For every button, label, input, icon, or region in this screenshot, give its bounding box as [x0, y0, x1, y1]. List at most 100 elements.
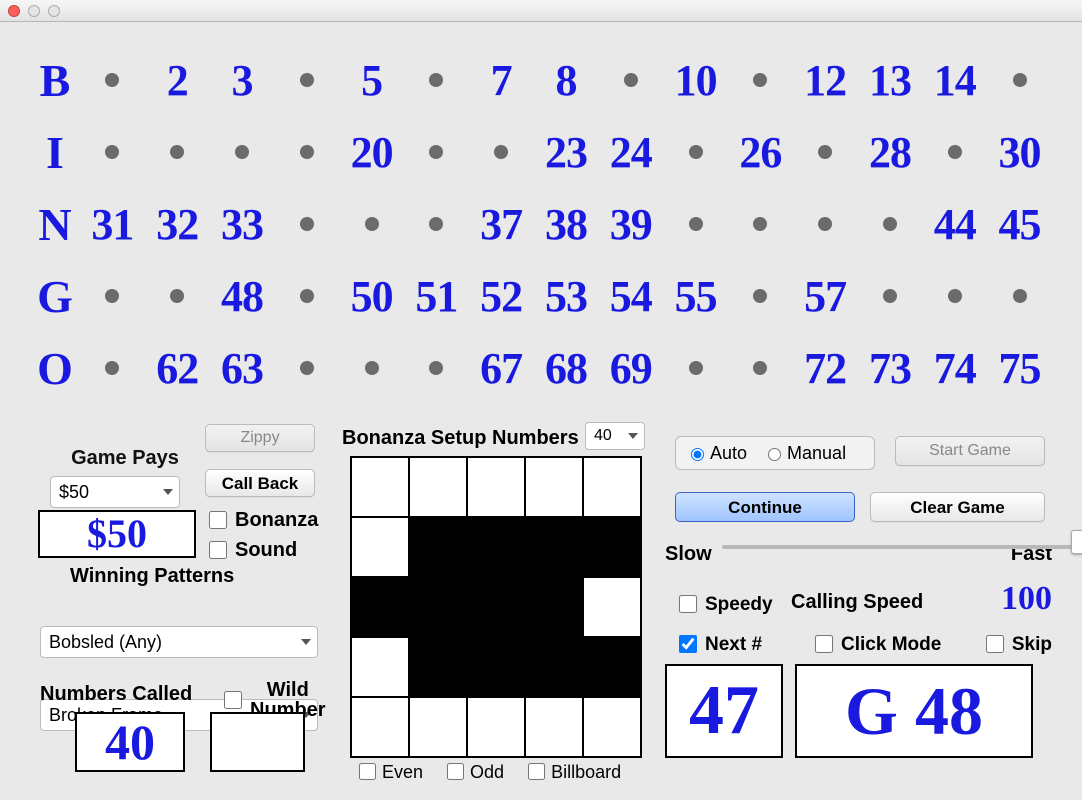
board-cell[interactable] — [274, 343, 339, 394]
board-cell[interactable]: 13 — [858, 55, 923, 106]
board-cell[interactable]: 50 — [339, 271, 404, 322]
board-cell[interactable]: 10 — [663, 55, 728, 106]
board-cell[interactable]: 69 — [598, 343, 663, 394]
pattern-cell[interactable] — [526, 698, 582, 756]
board-cell[interactable] — [793, 199, 858, 250]
board-cell[interactable]: 12 — [793, 55, 858, 106]
board-cell[interactable] — [80, 271, 145, 322]
winning-pattern-grid[interactable] — [350, 456, 642, 758]
board-cell[interactable] — [210, 127, 275, 178]
pattern-cell[interactable] — [410, 518, 466, 576]
maximize-icon[interactable] — [48, 5, 60, 17]
pattern-cell[interactable] — [526, 458, 582, 516]
minimize-icon[interactable] — [28, 5, 40, 17]
board-cell[interactable]: 63 — [210, 343, 275, 394]
board-cell[interactable] — [987, 55, 1052, 106]
odd-checkbox[interactable]: Odd — [443, 760, 504, 783]
mode-manual-radio[interactable] — [768, 448, 781, 461]
pattern-cell[interactable] — [468, 698, 524, 756]
pattern-cell[interactable] — [468, 458, 524, 516]
board-cell[interactable]: 55 — [663, 271, 728, 322]
sound-checkbox[interactable]: Sound — [205, 538, 297, 562]
board-cell[interactable] — [339, 199, 404, 250]
board-cell[interactable]: 45 — [987, 199, 1052, 250]
board-cell[interactable]: 54 — [598, 271, 663, 322]
board-cell[interactable] — [728, 343, 793, 394]
board-cell[interactable] — [404, 343, 469, 394]
board-cell[interactable]: 30 — [987, 127, 1052, 178]
board-cell[interactable]: 7 — [469, 55, 534, 106]
board-cell[interactable]: 74 — [922, 343, 987, 394]
board-cell[interactable] — [858, 199, 923, 250]
pattern-cell[interactable] — [410, 698, 466, 756]
board-cell[interactable] — [728, 55, 793, 106]
board-cell[interactable]: 72 — [793, 343, 858, 394]
board-cell[interactable] — [858, 271, 923, 322]
board-cell[interactable]: 53 — [534, 271, 599, 322]
board-cell[interactable]: 52 — [469, 271, 534, 322]
board-cell[interactable]: 2 — [145, 55, 210, 106]
board-cell[interactable] — [145, 127, 210, 178]
next-number-checkbox[interactable]: Next # — [675, 632, 762, 656]
call-back-button[interactable]: Call Back — [205, 469, 315, 497]
pattern-cell[interactable] — [526, 578, 582, 636]
board-cell[interactable] — [145, 271, 210, 322]
board-cell[interactable]: 39 — [598, 199, 663, 250]
board-cell[interactable] — [922, 127, 987, 178]
pattern-cell[interactable] — [584, 698, 640, 756]
board-cell[interactable]: 31 — [80, 199, 145, 250]
pattern-cell[interactable] — [526, 638, 582, 696]
board-cell[interactable] — [793, 127, 858, 178]
even-checkbox[interactable]: Even — [355, 760, 423, 783]
board-cell[interactable]: 32 — [145, 199, 210, 250]
close-icon[interactable] — [8, 5, 20, 17]
pattern-cell[interactable] — [468, 518, 524, 576]
pattern-cell[interactable] — [468, 578, 524, 636]
pattern-cell[interactable] — [468, 638, 524, 696]
pattern-cell[interactable] — [584, 578, 640, 636]
bonanza-count-select[interactable]: 40 — [585, 422, 645, 450]
start-game-button[interactable]: Start Game — [895, 436, 1045, 466]
board-cell[interactable]: 28 — [858, 127, 923, 178]
board-cell[interactable]: 38 — [534, 199, 599, 250]
pattern-cell[interactable] — [352, 578, 408, 636]
board-cell[interactable]: 67 — [469, 343, 534, 394]
board-cell[interactable] — [469, 127, 534, 178]
board-cell[interactable]: 62 — [145, 343, 210, 394]
board-cell[interactable]: 3 — [210, 55, 275, 106]
board-cell[interactable] — [80, 343, 145, 394]
speedy-checkbox[interactable]: Speedy — [675, 592, 773, 616]
board-cell[interactable]: 37 — [469, 199, 534, 250]
speed-slider[interactable] — [722, 545, 1082, 549]
billboard-checkbox[interactable]: Billboard — [524, 760, 621, 783]
board-cell[interactable] — [404, 55, 469, 106]
game-pays-select[interactable]: $50 — [50, 476, 180, 508]
board-cell[interactable] — [728, 271, 793, 322]
board-cell[interactable] — [728, 199, 793, 250]
board-cell[interactable] — [80, 55, 145, 106]
pattern-cell[interactable] — [584, 518, 640, 576]
board-cell[interactable]: 24 — [598, 127, 663, 178]
board-cell[interactable] — [922, 271, 987, 322]
board-cell[interactable] — [663, 127, 728, 178]
board-cell[interactable] — [274, 199, 339, 250]
board-cell[interactable] — [274, 55, 339, 106]
board-cell[interactable] — [663, 343, 728, 394]
pattern-cell[interactable] — [352, 458, 408, 516]
pattern-cell[interactable] — [410, 458, 466, 516]
board-cell[interactable] — [404, 199, 469, 250]
skip-checkbox[interactable]: Skip — [982, 632, 1052, 656]
board-cell[interactable] — [404, 127, 469, 178]
board-cell[interactable] — [339, 343, 404, 394]
board-cell[interactable]: 8 — [534, 55, 599, 106]
board-cell[interactable]: 20 — [339, 127, 404, 178]
pattern-cell[interactable] — [410, 578, 466, 636]
bonanza-checkbox[interactable]: Bonanza — [205, 508, 318, 532]
board-cell[interactable]: 26 — [728, 127, 793, 178]
board-cell[interactable] — [274, 271, 339, 322]
pattern-cell[interactable] — [584, 458, 640, 516]
board-cell[interactable] — [598, 55, 663, 106]
pattern-cell[interactable] — [352, 518, 408, 576]
board-cell[interactable]: 23 — [534, 127, 599, 178]
board-cell[interactable]: 68 — [534, 343, 599, 394]
